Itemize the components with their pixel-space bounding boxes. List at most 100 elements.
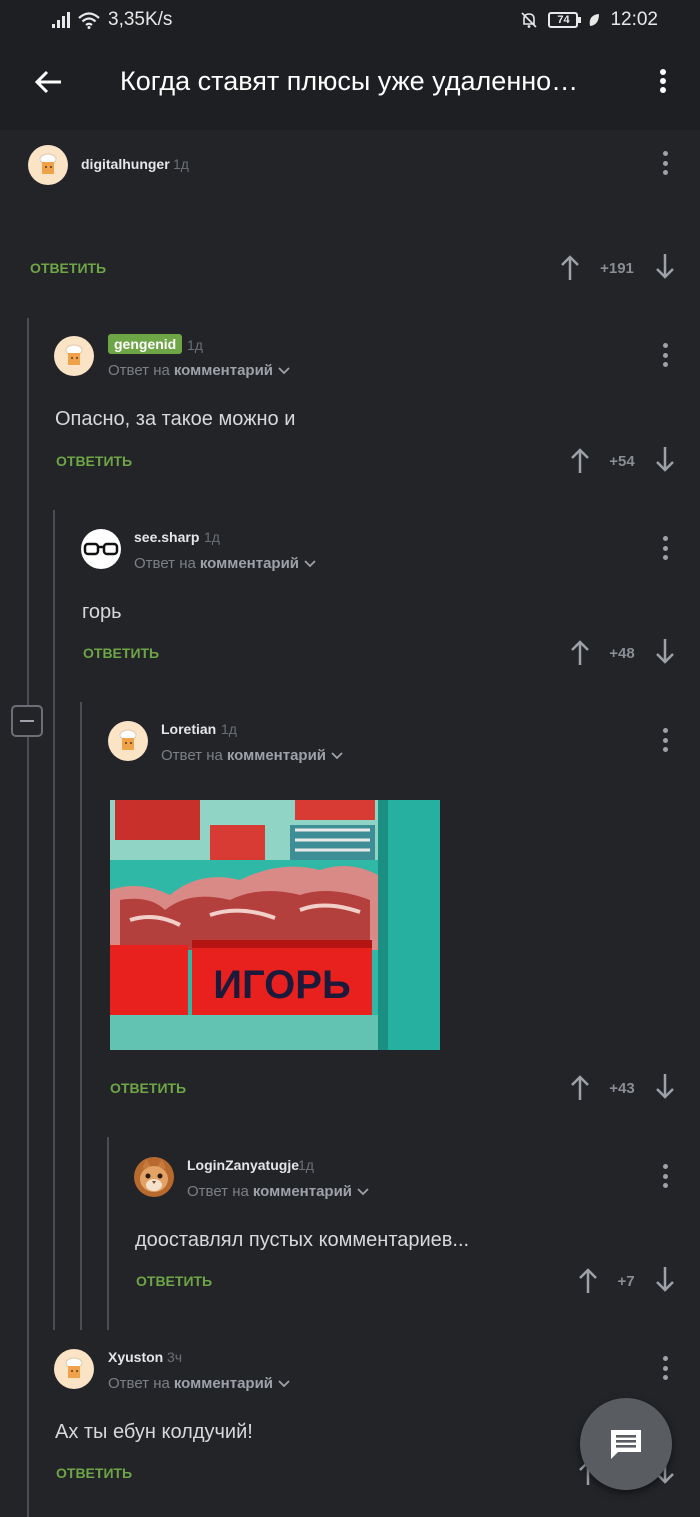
comment-menu-button[interactable] xyxy=(653,725,677,755)
reply-button[interactable]: ОТВЕТИТЬ xyxy=(56,1465,132,1481)
status-bar: 3,35K/s 74 12:02 xyxy=(0,0,700,40)
wifi-icon xyxy=(78,11,100,29)
more-vertical-icon-dot xyxy=(662,170,668,175)
comment-score: +191 xyxy=(600,260,634,277)
comment-username[interactable]: Xyuston xyxy=(108,1349,163,1365)
reply-to-link[interactable]: Ответ на комментарий xyxy=(108,1375,291,1392)
glasses-avatar-icon xyxy=(83,542,119,556)
avatar[interactable] xyxy=(54,1349,94,1389)
comment-text: горь xyxy=(82,601,122,623)
more-vertical-icon-dot xyxy=(662,555,668,560)
comment-username[interactable]: gengenid xyxy=(108,334,183,354)
reply-to-prefix: Ответ на xyxy=(108,1375,170,1392)
chef-avatar-icon xyxy=(65,1357,83,1378)
reply-button[interactable]: ОТВЕТИТЬ xyxy=(30,260,106,276)
write-comment-fab[interactable] xyxy=(580,1398,672,1490)
comment-username[interactable]: see.sharp xyxy=(134,529,199,545)
comment-time: 1д xyxy=(187,337,203,353)
comment-score: +48 xyxy=(609,645,635,662)
reply-to-prefix: Ответ на xyxy=(134,555,196,572)
collapse-thread-button[interactable] xyxy=(11,705,43,737)
reply-to-prefix: Ответ на xyxy=(108,362,170,379)
more-vertical-icon-dot xyxy=(662,545,668,551)
network-speed: 3,35K/s xyxy=(108,9,173,30)
more-vertical-icon-dot xyxy=(662,1375,668,1380)
avatar[interactable] xyxy=(108,721,148,761)
arrow-down-icon xyxy=(656,639,674,664)
reply-button[interactable]: ОТВЕТИТЬ xyxy=(83,645,159,661)
more-vertical-icon-dot xyxy=(662,737,668,743)
avatar[interactable] xyxy=(54,336,94,376)
upvote-button[interactable] xyxy=(568,446,592,474)
header-menu-button[interactable] xyxy=(651,66,675,96)
avatar[interactable] xyxy=(81,529,121,569)
reply-button[interactable]: ОТВЕТИТЬ xyxy=(56,453,132,469)
comment-menu-button[interactable] xyxy=(653,1353,677,1383)
upvote-button[interactable] xyxy=(568,638,592,666)
more-vertical-icon-dot xyxy=(662,352,668,358)
reply-to-link[interactable]: Ответ на комментарий xyxy=(161,747,344,764)
arrow-down-icon xyxy=(656,1074,674,1099)
comment-score: +54 xyxy=(609,453,635,470)
more-vertical-icon-dot xyxy=(662,362,668,367)
comment-menu-button[interactable] xyxy=(653,533,677,563)
comment-icon xyxy=(611,1430,641,1459)
comment-time: 1д xyxy=(221,721,237,737)
mute-bell-icon xyxy=(521,12,538,28)
reply-to-prefix: Ответ на xyxy=(187,1183,249,1200)
cat-avatar-icon xyxy=(140,1159,168,1192)
comment-image[interactable]: ИГОРЬ xyxy=(110,800,440,1050)
comment-time: 1д xyxy=(204,529,220,545)
comment-text: Ах ты ебун колдучий! xyxy=(55,1421,253,1443)
reply-button[interactable]: ОТВЕТИТЬ xyxy=(110,1080,186,1096)
downvote-button[interactable] xyxy=(653,1266,677,1294)
more-vertical-icon-dot xyxy=(660,78,666,84)
reply-to-target: комментарий xyxy=(199,555,300,572)
minus-square-icon xyxy=(20,720,34,722)
arrow-up-icon xyxy=(571,1075,589,1100)
avatar[interactable] xyxy=(28,145,68,185)
avatar[interactable] xyxy=(134,1157,174,1197)
arrow-down-icon xyxy=(656,1267,674,1292)
reply-to-prefix: Ответ на xyxy=(161,747,223,764)
more-vertical-icon xyxy=(662,343,668,348)
more-vertical-icon xyxy=(662,536,668,541)
comment-username[interactable]: Loretian xyxy=(161,721,216,737)
chevron-down-icon xyxy=(304,559,316,567)
back-button[interactable] xyxy=(28,62,68,102)
leaf-icon xyxy=(590,14,600,26)
reply-to-link[interactable]: Ответ на комментарий xyxy=(187,1183,370,1200)
comment-menu-button[interactable] xyxy=(653,148,677,178)
arrow-up-icon xyxy=(571,640,589,665)
image-caption-text: ИГОРЬ xyxy=(213,963,350,1007)
reply-to-link[interactable]: Ответ на комментарий xyxy=(108,362,291,379)
arrow-down-icon xyxy=(656,254,674,279)
reply-to-link[interactable]: Ответ на комментарий xyxy=(134,555,317,572)
downvote-button[interactable] xyxy=(653,253,677,281)
downvote-button[interactable] xyxy=(653,446,677,474)
comment-username[interactable]: digitalhunger xyxy=(81,156,170,172)
comment-menu-button[interactable] xyxy=(653,340,677,370)
thread-line-level-1 xyxy=(27,318,29,1517)
arrow-up-icon xyxy=(579,1268,597,1293)
reply-button[interactable]: ОТВЕТИТЬ xyxy=(136,1273,212,1289)
status-right: 74 12:02 xyxy=(520,9,658,31)
more-vertical-icon xyxy=(662,1164,668,1169)
arrow-up-icon xyxy=(561,255,579,280)
status-left: 3,35K/s xyxy=(52,9,172,31)
meat-boxes-photo: ИГОРЬ xyxy=(110,800,440,1050)
upvote-button[interactable] xyxy=(558,253,582,281)
comment-username[interactable]: LoginZanyatugje xyxy=(187,1157,299,1173)
upvote-button[interactable] xyxy=(568,1073,592,1101)
downvote-button[interactable] xyxy=(653,638,677,666)
arrow-up-icon xyxy=(571,448,589,473)
downvote-button[interactable] xyxy=(653,1073,677,1101)
upvote-button[interactable] xyxy=(576,1266,600,1294)
clock: 12:02 xyxy=(610,9,658,30)
signal-icon xyxy=(52,12,70,28)
thread-line-level-4 xyxy=(107,1137,109,1330)
comment-menu-button[interactable] xyxy=(653,1161,677,1191)
chef-avatar-icon xyxy=(39,153,57,174)
comment-text: дооставлял пустых комментариев... xyxy=(135,1229,470,1251)
more-vertical-icon-dot xyxy=(662,160,668,166)
